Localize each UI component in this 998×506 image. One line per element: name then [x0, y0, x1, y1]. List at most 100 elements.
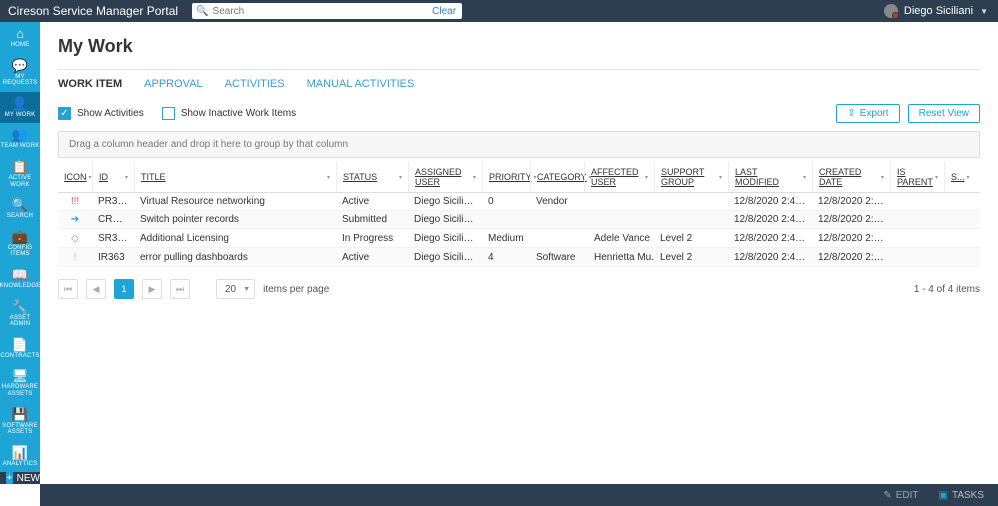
cell-category: [530, 217, 584, 223]
cell-last-modified: 12/8/2020 2:45 PM: [728, 193, 812, 210]
pager-prev[interactable]: ◀: [86, 279, 106, 299]
cell-affected-user: [584, 217, 654, 223]
search-icon: 🔍: [192, 6, 212, 17]
sort-icon: ▾: [719, 174, 722, 181]
pager-page-1[interactable]: 1: [114, 279, 134, 299]
tab-work-item[interactable]: WORK ITEM: [58, 78, 122, 90]
pager-next[interactable]: ▶: [142, 279, 162, 299]
cell-created-date: 12/8/2020 2:42 PM: [812, 211, 890, 228]
sort-icon: ▾: [881, 174, 884, 181]
nav-item-config-items[interactable]: 💼CONFIG ITEMS: [0, 225, 40, 263]
cell-created-date: 12/8/2020 2:40 PM: [812, 249, 890, 266]
nav-item-my-requests[interactable]: 💬 MY REQUESTS: [0, 54, 40, 92]
pager-first[interactable]: ⏮: [58, 279, 78, 299]
cell-affected-user: [584, 199, 654, 205]
sort-icon: ▾: [399, 174, 402, 181]
grid-body: !!!PR373Virtual Resource networkingActiv…: [58, 193, 980, 267]
row-type-icon: ◇: [58, 230, 92, 247]
sort-icon: ▾: [803, 174, 806, 181]
nav-icon: 📊: [12, 446, 28, 459]
tab-approval[interactable]: APPROVAL: [144, 78, 203, 90]
column-header-s-[interactable]: S...▾: [944, 162, 968, 192]
left-nav: ⌂HOME 💬 MY REQUESTS 👤MY WORK👥TEAM WORK📋ACTI…: [0, 22, 40, 484]
nav-label: ACTIVE WORK: [0, 175, 40, 188]
tab-manual-activities[interactable]: MANUAL ACTIVITIES: [307, 78, 415, 90]
column-header-priority[interactable]: PRIORITY▾: [482, 162, 530, 192]
new-button[interactable]: + NEW: [0, 472, 40, 484]
sort-icon: ▾: [645, 174, 648, 181]
nav-item-search[interactable]: 🔍SEARCH: [0, 193, 40, 225]
nav-item-asset-admin[interactable]: 🔧ASSET ADMIN: [0, 295, 40, 333]
cell-category: Vendor: [530, 193, 584, 210]
nav-item-team-work[interactable]: 👥TEAM WORK: [0, 123, 40, 155]
column-header-category[interactable]: CATEGORY▾: [530, 162, 584, 192]
pager: ⏮ ◀ 1 ▶ ⏭ 20 items per page 1 - 4 of 4 i…: [58, 279, 980, 299]
top-bar: Cireson Service Manager Portal 🔍 Clear D…: [0, 0, 998, 22]
cell-id: CR371: [92, 211, 134, 228]
row-type-icon: !: [58, 249, 92, 266]
nav-label: HARDWARE ASSETS: [0, 384, 40, 397]
nav-label: KNOWLEDGE: [0, 283, 40, 290]
username-label: Diego Siciliani: [904, 5, 973, 17]
edit-action[interactable]: ✎ EDIT: [883, 490, 918, 501]
column-header-status[interactable]: STATUS▾: [336, 162, 408, 192]
cell-status: In Progress: [336, 230, 408, 247]
column-header-last-modified[interactable]: LAST MODIFIED▾: [728, 162, 812, 192]
cell-title: Additional Licensing: [134, 230, 336, 247]
reset-view-button[interactable]: Reset View: [908, 104, 980, 123]
nav-label: ASSET ADMIN: [0, 315, 40, 328]
sort-icon: ▾: [473, 174, 476, 181]
nav-icon: 💬: [12, 59, 28, 72]
column-header-created-date[interactable]: CREATED DATE▾: [812, 162, 890, 192]
tasks-action[interactable]: ▣ TASKS: [939, 490, 985, 501]
grid: ICON▾ID▾TITLE▾STATUS▾ASSIGNED USER▾PRIOR…: [58, 162, 980, 267]
nav-item-hardware-assets[interactable]: 🖥HARDWARE ASSETS: [0, 364, 40, 402]
nav-label: MY REQUESTS: [0, 74, 40, 87]
tab-activities[interactable]: ACTIVITIES: [225, 78, 285, 90]
nav-item-software-assets[interactable]: 💾SOFTWARE ASSETS: [0, 403, 40, 441]
cell-created-date: 12/8/2020 2:44 PM: [812, 193, 890, 210]
column-header-title[interactable]: TITLE▾: [134, 162, 336, 192]
column-header-is-parent[interactable]: IS PARENT▾: [890, 162, 944, 192]
nav-item-analytics[interactable]: 📊ANALYTICS: [0, 441, 40, 473]
group-drop-zone[interactable]: Drag a column header and drop it here to…: [58, 131, 980, 158]
reset-label: Reset View: [919, 108, 969, 119]
user-menu[interactable]: Diego Siciliani ▼: [904, 5, 988, 17]
page-size-select[interactable]: 20: [216, 279, 255, 299]
brand-title: Cireson Service Manager Portal: [0, 4, 186, 18]
table-row[interactable]: !IR363error pulling dashboardsActiveDieg…: [58, 248, 980, 267]
cell-support-group: [654, 217, 728, 223]
export-button[interactable]: ⇪ Export: [836, 104, 899, 123]
search-clear-link[interactable]: Clear: [426, 6, 462, 17]
bottom-bar: ✎ EDIT ▣ TASKS: [40, 484, 998, 506]
nav-icon: 🔍: [12, 198, 28, 211]
nav-item-knowledge[interactable]: 📖KNOWLEDGE: [0, 263, 40, 295]
pager-last[interactable]: ⏭: [170, 279, 190, 299]
show-inactive-checkbox[interactable]: [162, 107, 175, 120]
nav-item-contracts[interactable]: 📄CONTRACTS: [0, 333, 40, 365]
grid-header: ICON▾ID▾TITLE▾STATUS▾ASSIGNED USER▾PRIOR…: [58, 162, 980, 193]
column-header-assigned-user[interactable]: ASSIGNED USER▾: [408, 162, 482, 192]
page-title: My Work: [58, 36, 980, 57]
nav-label: TEAM WORK: [1, 143, 40, 150]
nav-item-home[interactable]: ⌂HOME: [0, 22, 40, 54]
nav-icon: 📄: [12, 338, 28, 351]
user-avatar[interactable]: [884, 4, 898, 18]
tasks-label: TASKS: [952, 490, 984, 501]
nav-item-active-work[interactable]: 📋ACTIVE WORK: [0, 155, 40, 193]
table-row[interactable]: ◇SR365Additional LicensingIn ProgressDie…: [58, 229, 980, 248]
nav-icon: 💼: [12, 230, 28, 243]
table-row[interactable]: !!!PR373Virtual Resource networkingActiv…: [58, 193, 980, 211]
show-activities-checkbox[interactable]: ✓: [58, 107, 71, 120]
column-header-support-group[interactable]: SUPPORT GROUP▾: [654, 162, 728, 192]
cell-last-modified: 12/8/2020 2:43 PM: [728, 211, 812, 228]
nav-label: MY WORK: [5, 112, 36, 119]
edit-label: EDIT: [896, 490, 919, 501]
cell-status: Active: [336, 249, 408, 266]
column-header-id[interactable]: ID▾: [92, 162, 134, 192]
column-header-icon[interactable]: ICON▾: [58, 162, 92, 192]
column-header-affected-user[interactable]: AFFECTED USER▾: [584, 162, 654, 192]
nav-item-my-work[interactable]: 👤MY WORK: [0, 92, 40, 124]
table-row[interactable]: ➔CR371Switch pointer recordsSubmittedDie…: [58, 211, 980, 229]
search-input[interactable]: [213, 6, 427, 17]
